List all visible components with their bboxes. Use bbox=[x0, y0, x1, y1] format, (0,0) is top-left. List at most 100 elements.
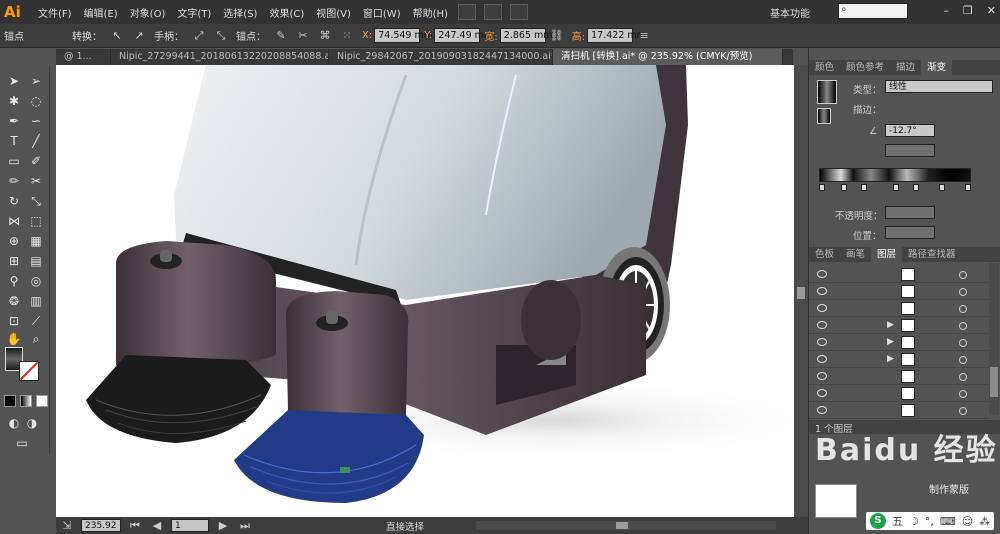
search-input[interactable]: ⌕ bbox=[838, 3, 908, 19]
tab-doc-active[interactable]: 清扫机 [转换].ai* @ 235.92% (CMYK/预览) bbox=[553, 49, 783, 65]
color-mode-icon[interactable] bbox=[4, 395, 16, 407]
screen-mode-icon[interactable]: ▭ bbox=[14, 435, 30, 451]
tab-color[interactable]: 颜色 bbox=[809, 60, 840, 75]
gradient-stop[interactable] bbox=[939, 184, 945, 191]
convert-smooth-icon[interactable]: ↗ bbox=[131, 28, 147, 44]
tab-doc-2[interactable]: Nipic_27299441_20180613220208854088.ai* bbox=[111, 49, 329, 65]
user-icon[interactable]: ☺ bbox=[962, 515, 973, 528]
hide-handles-icon[interactable]: ⤡ bbox=[213, 28, 229, 44]
last-artboard-icon[interactable]: ⏭ bbox=[237, 518, 253, 534]
target-circle-icon[interactable] bbox=[959, 356, 967, 364]
close-icon[interactable]: ✕ bbox=[987, 4, 996, 17]
gradient-stop[interactable] bbox=[841, 184, 847, 191]
visibility-eye-icon[interactable] bbox=[817, 372, 827, 380]
tab-swatches[interactable]: 色板 bbox=[809, 247, 840, 262]
position-field[interactable] bbox=[885, 226, 935, 239]
draw-mode-icon[interactable]: ◐ bbox=[6, 415, 22, 431]
gpu-performance-button[interactable] bbox=[509, 4, 528, 20]
tab-brushes[interactable]: 画笔 bbox=[840, 247, 871, 262]
arrange-documents-button[interactable] bbox=[483, 4, 502, 20]
zoom-tool-icon[interactable]: ⌕ bbox=[28, 331, 44, 347]
draw-behind-icon[interactable]: ◑ bbox=[24, 415, 40, 431]
transform-menu-icon[interactable]: ≡ bbox=[636, 28, 652, 44]
blend-tool-icon[interactable]: ◎ bbox=[28, 273, 44, 289]
target-circle-icon[interactable] bbox=[959, 288, 967, 296]
slice-tool-icon[interactable]: ⟋ bbox=[28, 313, 44, 329]
menu-type[interactable]: 文字(T) bbox=[171, 5, 217, 20]
workspace-switcher[interactable]: 基本功能 bbox=[770, 5, 810, 20]
canvas-vertical-scrollbar[interactable] bbox=[794, 65, 808, 517]
minimize-icon[interactable]: – bbox=[943, 4, 949, 17]
ime-toolbar[interactable]: S 五 ☽ °, ⌨ ☺ ⁂ bbox=[866, 512, 995, 530]
curvature-tool-icon[interactable]: ∽ bbox=[28, 113, 44, 129]
remove-anchor-icon[interactable]: ✎ bbox=[273, 28, 289, 44]
show-handles-icon[interactable]: ⤢ bbox=[191, 28, 207, 44]
tab-doc-3[interactable]: Nipic_29842067_20190903182447134000.ai* bbox=[329, 49, 553, 65]
gradient-preview-swatch[interactable] bbox=[817, 80, 837, 104]
paintbrush-tool-icon[interactable]: ✐ bbox=[28, 153, 44, 169]
tab-gradient[interactable]: 渐变 bbox=[921, 60, 953, 75]
tab-pathfinder[interactable]: 路径查找器 bbox=[902, 247, 962, 262]
height-field[interactable]: 17.422 mm bbox=[587, 28, 646, 43]
layer-arrange-icon[interactable]: ⇲ bbox=[59, 518, 75, 534]
target-circle-icon[interactable] bbox=[959, 339, 967, 347]
gradient-mode-icon[interactable] bbox=[20, 395, 32, 407]
eyedropper-tool-icon[interactable]: ⚲ bbox=[6, 273, 22, 289]
layer-row[interactable] bbox=[809, 369, 989, 385]
target-circle-icon[interactable] bbox=[959, 407, 967, 415]
shape-builder-tool-icon[interactable]: ⊕ bbox=[6, 233, 22, 249]
free-transform-tool-icon[interactable]: ⬚ bbox=[28, 213, 44, 229]
scale-tool-icon[interactable]: ⤡ bbox=[28, 193, 44, 209]
stroke-gradient-swatch[interactable] bbox=[817, 108, 831, 124]
gradient-stop[interactable] bbox=[965, 184, 971, 191]
expand-arrow-icon[interactable]: ▶ bbox=[887, 354, 894, 364]
isolate-icon[interactable]: ⌘ bbox=[317, 28, 333, 44]
mesh-tool-icon[interactable]: ⊞ bbox=[6, 253, 22, 269]
visibility-eye-icon[interactable] bbox=[817, 355, 827, 363]
menu-help[interactable]: 帮助(H) bbox=[407, 5, 454, 20]
prev-artboard-icon[interactable]: ◀ bbox=[149, 518, 165, 534]
layer-row[interactable]: ▶ bbox=[809, 335, 989, 351]
menu-edit[interactable]: 编辑(E) bbox=[78, 5, 124, 20]
horizontal-scroll-thumb[interactable] bbox=[616, 522, 628, 529]
line-tool-icon[interactable]: ╱ bbox=[28, 133, 44, 149]
menu-object[interactable]: 对象(O) bbox=[124, 5, 172, 20]
tab-layers[interactable]: 图层 bbox=[871, 247, 903, 262]
artboard-tool-icon[interactable]: ⊡ bbox=[6, 313, 22, 329]
gradient-stop[interactable] bbox=[819, 184, 825, 191]
menu-view[interactable]: 视图(V) bbox=[310, 5, 357, 20]
pen-tool-icon[interactable]: ✒ bbox=[6, 113, 22, 129]
target-circle-icon[interactable] bbox=[959, 390, 967, 398]
keyboard-icon[interactable]: ⌨ bbox=[940, 515, 956, 528]
zoom-field[interactable]: 235.92 bbox=[81, 519, 121, 532]
artboard-canvas[interactable] bbox=[56, 65, 794, 517]
reference-point-icon[interactable]: ⁙ bbox=[339, 28, 355, 44]
lasso-tool-icon[interactable]: ◌ bbox=[28, 93, 44, 109]
punctuation-icon[interactable]: °, bbox=[925, 515, 934, 528]
width-tool-icon[interactable]: ⋈ bbox=[6, 213, 22, 229]
layer-row[interactable] bbox=[809, 386, 989, 402]
grid-icon[interactable]: ⁂ bbox=[979, 515, 990, 528]
x-field[interactable]: 74.549 mm bbox=[374, 28, 433, 43]
y-field[interactable]: 247.49 mm bbox=[434, 28, 493, 43]
next-artboard-icon[interactable]: ▶ bbox=[215, 518, 231, 534]
convert-corner-icon[interactable]: ↖ bbox=[109, 28, 125, 44]
expand-arrow-icon[interactable]: ▶ bbox=[887, 320, 894, 330]
visibility-eye-icon[interactable] bbox=[817, 406, 827, 414]
artboard-number-field[interactable]: 1 bbox=[171, 519, 209, 532]
direct-selection-tool-icon[interactable]: ➢ bbox=[28, 73, 44, 89]
none-mode-icon[interactable] bbox=[36, 395, 48, 407]
target-circle-icon[interactable] bbox=[959, 271, 967, 279]
target-circle-icon[interactable] bbox=[959, 373, 967, 381]
gradient-stop[interactable] bbox=[913, 184, 919, 191]
tab-doc-1[interactable]: @ 1... bbox=[56, 49, 111, 65]
menu-effect[interactable]: 效果(C) bbox=[263, 5, 310, 20]
magic-wand-tool-icon[interactable]: ✱ bbox=[6, 93, 22, 109]
visibility-eye-icon[interactable] bbox=[817, 321, 827, 329]
hand-tool-icon[interactable]: ✋ bbox=[6, 331, 22, 347]
moon-icon[interactable]: ☽ bbox=[909, 515, 919, 528]
visibility-eye-icon[interactable] bbox=[817, 287, 827, 295]
first-artboard-icon[interactable]: ⏮ bbox=[127, 518, 143, 534]
menu-file[interactable]: 文件(F) bbox=[32, 5, 78, 20]
gradient-angle-field[interactable]: -12.7° bbox=[885, 124, 935, 137]
